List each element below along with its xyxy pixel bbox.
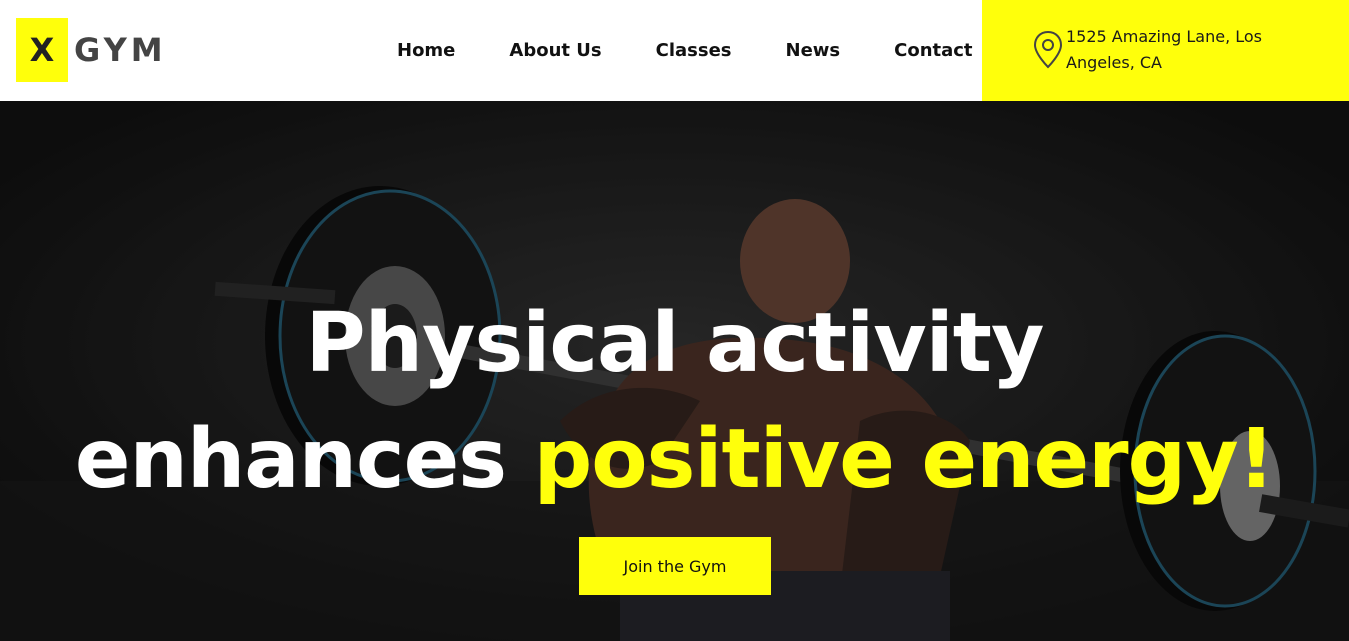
headline-line-2-accent: positive energy! [533, 412, 1275, 507]
hero-headline: Physical activity enhances positive ener… [0, 286, 1349, 518]
map-pin-icon [1033, 30, 1063, 69]
nav-item-news[interactable]: News [786, 40, 841, 61]
nav-item-classes[interactable]: Classes [656, 40, 732, 61]
join-gym-button[interactable]: Join the Gym [579, 537, 771, 595]
nav-item-about-us[interactable]: About Us [509, 40, 601, 61]
headline-line-1: Physical activity [305, 296, 1045, 391]
nav-item-contact[interactable]: Contact [894, 40, 972, 61]
address-text: 1525 Amazing Lane, Los Angeles, CA [1066, 24, 1306, 76]
logo-text: GYM [74, 31, 167, 69]
nav-item-home[interactable]: Home [397, 40, 455, 61]
logo[interactable]: X GYM [16, 18, 167, 82]
hero-section: Physical activity enhances positive ener… [0, 101, 1349, 641]
main-nav: Home About Us Classes News Contact [397, 0, 973, 101]
address-box: 1525 Amazing Lane, Los Angeles, CA [982, 0, 1349, 101]
headline-line-2-plain: enhances [74, 412, 507, 507]
address-line-2: Angeles, CA [1066, 53, 1162, 72]
logo-mark: X [16, 18, 68, 82]
address-line-1: 1525 Amazing Lane, Los [1066, 27, 1262, 46]
site-header: X GYM Home About Us Classes News Contact… [0, 0, 1349, 101]
